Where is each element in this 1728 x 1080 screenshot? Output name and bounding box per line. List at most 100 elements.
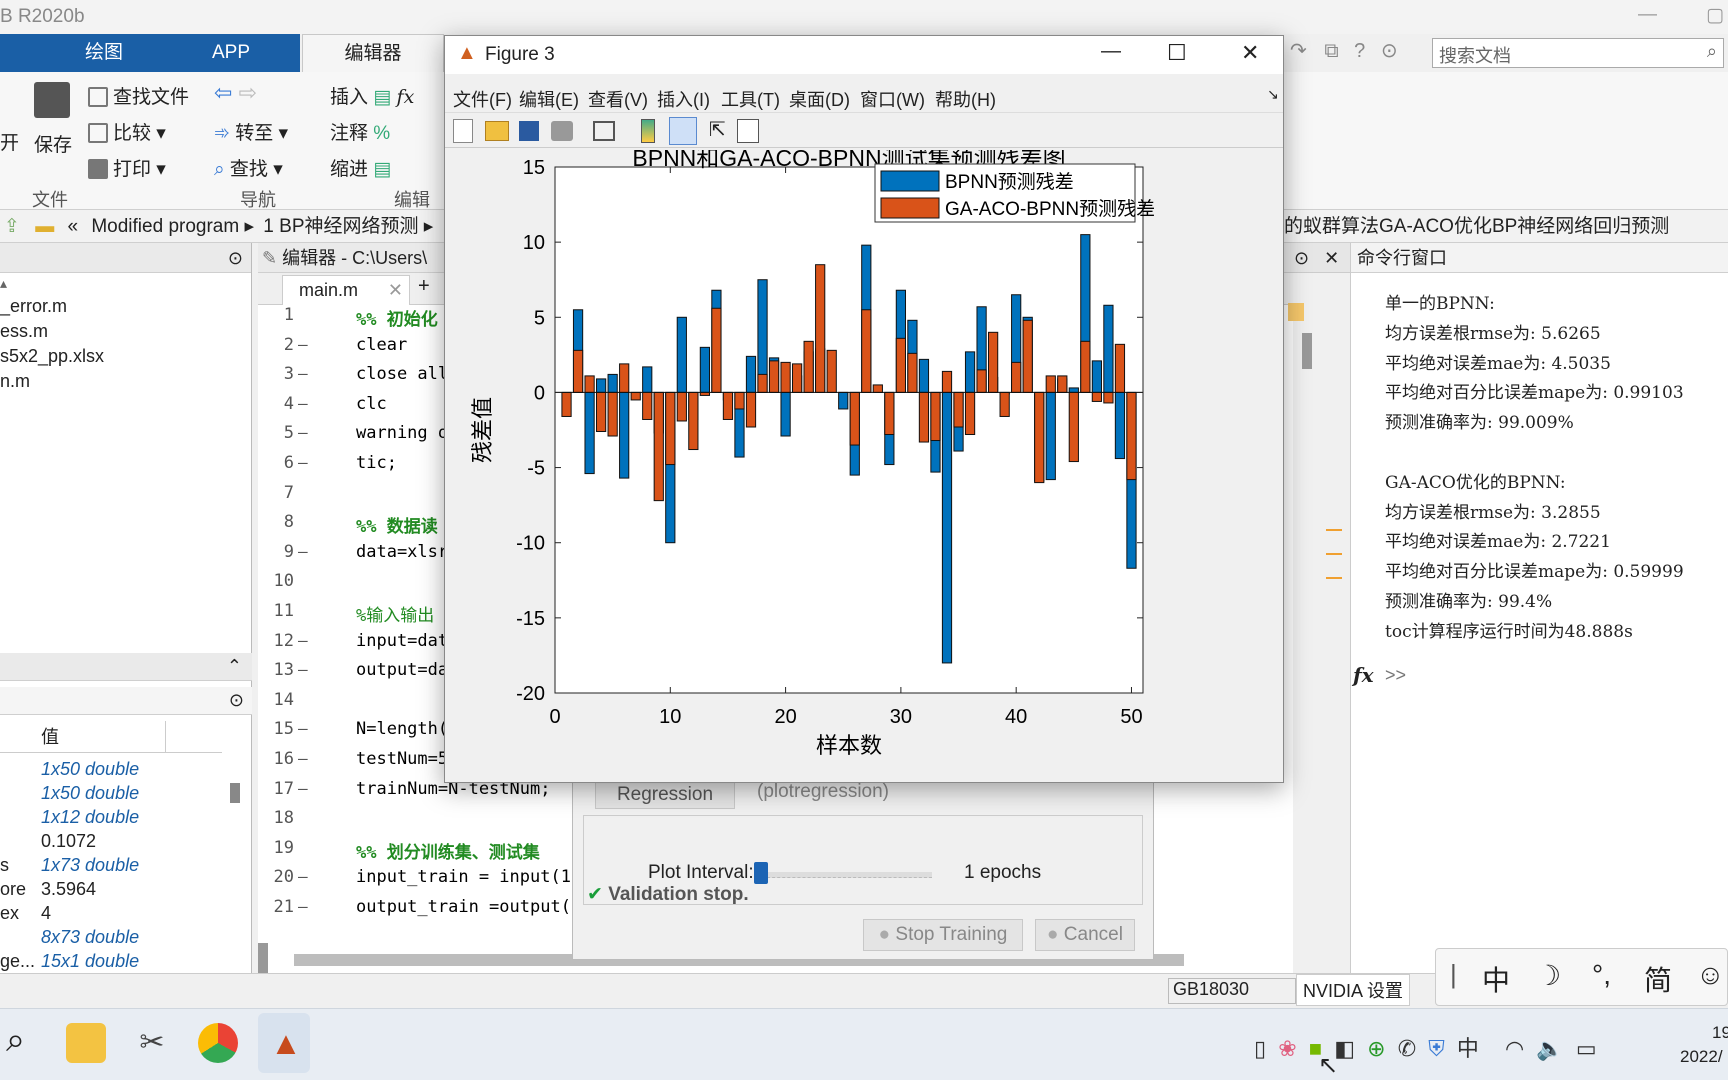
breakpoint-marker[interactable]: — xyxy=(298,364,308,383)
search-icon[interactable]: ⌕ xyxy=(1707,41,1717,62)
maximize-icon[interactable]: ☐ xyxy=(1167,40,1187,66)
print-figure-icon[interactable] xyxy=(551,121,573,141)
shield-icon[interactable]: ⛨ xyxy=(1428,1036,1445,1061)
code-line[interactable]: %% 数据读 xyxy=(356,512,438,537)
help-icon[interactable]: ? xyxy=(1354,40,1365,62)
close-panel-icon[interactable]: ✕ xyxy=(1324,248,1339,268)
compare-button[interactable]: 比较 ▾ xyxy=(88,118,166,145)
code-line[interactable]: tic; xyxy=(356,453,397,473)
window-icon[interactable]: ⧉ xyxy=(1324,40,1338,62)
breakpoint-marker[interactable]: — xyxy=(298,423,308,442)
code-line[interactable]: warning o xyxy=(356,423,448,443)
code-line[interactable]: close all xyxy=(356,364,448,384)
plus-icon[interactable]: ⊕ xyxy=(1367,1036,1385,1061)
slider-handle[interactable] xyxy=(754,862,768,884)
moon-icon[interactable]: ☽ xyxy=(1536,959,1561,992)
stop-training-button[interactable]: ● Stop Training xyxy=(863,919,1023,951)
breakpoint-marker[interactable]: — xyxy=(298,453,308,472)
code-line[interactable]: clear xyxy=(356,335,407,355)
comment-button[interactable]: 注释 % xyxy=(330,118,390,145)
figure-menu-item[interactable]: 文件(F) xyxy=(453,86,512,112)
warning-marker[interactable] xyxy=(1326,529,1342,531)
tab-main-m[interactable]: main.m ✕ xyxy=(282,275,410,305)
tab-editor[interactable]: 编辑器 xyxy=(302,34,444,72)
usb-icon[interactable]: ▯ xyxy=(1254,1036,1266,1061)
file-item[interactable]: _error.m xyxy=(0,294,251,319)
breadcrumb-item-bp[interactable]: 1 BP神经网络预测 xyxy=(263,216,418,237)
code-line[interactable]: output=da xyxy=(356,660,448,680)
file-item[interactable]: n.m xyxy=(0,369,251,394)
breakpoint-marker[interactable]: — xyxy=(298,779,308,798)
goto-button[interactable]: ➾ 转至 ▾ xyxy=(214,118,288,145)
folder-up-icon[interactable]: ⇪ xyxy=(4,216,20,237)
workspace-row[interactable]: ex 4 xyxy=(0,901,222,925)
breakpoint-marker[interactable]: — xyxy=(298,631,308,650)
fx-icon[interactable]: fx xyxy=(397,86,415,108)
workspace-menu-icon[interactable]: ⊙ xyxy=(229,685,244,715)
workspace-col-value[interactable]: 值 xyxy=(41,721,59,753)
link-plot-icon[interactable] xyxy=(593,121,615,141)
workspace-row[interactable]: 1x12 double xyxy=(0,805,222,829)
save-icon[interactable] xyxy=(34,82,70,118)
workspace-row[interactable]: ge... 15x1 double xyxy=(0,949,222,973)
options-icon[interactable]: ⊙ xyxy=(1381,40,1398,62)
workspace-row[interactable]: s 1x73 double xyxy=(0,853,222,877)
figure-menu-item[interactable]: 查看(V) xyxy=(588,86,648,112)
add-tab-icon[interactable]: + xyxy=(418,275,430,298)
code-line[interactable]: input_train = input(1: xyxy=(356,867,581,887)
figure-menu-item[interactable]: 插入(I) xyxy=(657,86,710,112)
pointer-icon[interactable]: ⇱ xyxy=(709,117,726,142)
bluetooth-icon[interactable]: ✆ xyxy=(1398,1036,1416,1061)
editor-scroll-thumb[interactable] xyxy=(1302,333,1312,369)
residual-chart[interactable]: 0 10 20 30 40 50-20-15-10-5051015 BPNN和GA-ACO-… xyxy=(445,150,1283,782)
speaker-icon[interactable]: 🔈 xyxy=(1536,1036,1563,1061)
panel-menu-icon[interactable]: ⊙ xyxy=(228,243,243,273)
close-tab-icon[interactable]: ✕ xyxy=(388,276,403,304)
code-line[interactable]: input=dat xyxy=(356,631,448,651)
open-file-icon[interactable] xyxy=(485,121,509,141)
clock-date[interactable]: 2022/ xyxy=(1680,1047,1723,1067)
file-item[interactable]: s5x2_pp.xlsx xyxy=(0,344,251,369)
back-arrow-icon[interactable]: ⇦ ⇨ xyxy=(214,80,257,106)
code-line[interactable]: data=xlsr xyxy=(356,542,448,562)
workspace-row[interactable]: 8x73 double xyxy=(0,925,222,949)
ime-tray-label[interactable]: 中 xyxy=(1457,1036,1479,1061)
find-files-button[interactable]: 查找文件 xyxy=(88,82,189,109)
insert-button[interactable]: 插入 ▤ fx xyxy=(330,82,414,109)
wifi-icon[interactable]: ◠ xyxy=(1505,1036,1524,1061)
code-line[interactable]: %% 划分训练集、测试集 xyxy=(356,838,540,863)
workspace-row[interactable]: 1x50 double xyxy=(0,781,222,805)
code-line[interactable]: testNum=5 xyxy=(356,749,448,769)
app-tray-icon[interactable]: ❀ xyxy=(1278,1036,1296,1061)
command-prompt[interactable]: >> xyxy=(1385,665,1406,686)
breakpoint-marker[interactable]: — xyxy=(298,335,308,354)
ime-chinese-toggle[interactable]: 中 xyxy=(1482,959,1510,999)
print-button[interactable]: 打印 ▾ xyxy=(88,154,166,181)
minimize-icon[interactable]: — xyxy=(1101,40,1121,63)
clock-time[interactable]: 19 xyxy=(1712,1023,1728,1043)
panel-menu-icon[interactable]: ⊙ xyxy=(1294,248,1309,268)
figure-menu-item[interactable]: 窗口(W) xyxy=(860,86,925,112)
ime-handle[interactable]: | xyxy=(1450,959,1457,990)
minimize-icon[interactable]: — xyxy=(1638,4,1657,26)
property-editor-icon[interactable] xyxy=(737,119,759,143)
breakpoint-marker[interactable]: — xyxy=(298,394,308,413)
search-icon[interactable]: ⌕ xyxy=(6,1021,25,1060)
dock-icon[interactable]: ↘ xyxy=(1267,86,1279,103)
chevron-up-icon[interactable]: ⌃ xyxy=(227,651,242,681)
cancel-button[interactable]: ● Cancel xyxy=(1035,919,1135,951)
plot-interval-slider[interactable] xyxy=(762,872,932,878)
legend-icon[interactable] xyxy=(669,117,697,145)
tab-apps[interactable]: APP xyxy=(176,34,286,72)
new-figure-icon[interactable] xyxy=(453,119,473,143)
figure-menu-item[interactable]: 桌面(D) xyxy=(789,86,850,112)
figure-menu-item[interactable]: 帮助(H) xyxy=(935,86,996,112)
workspace-row[interactable]: 0.1072 xyxy=(0,829,222,853)
restore-icon[interactable]: ▢ xyxy=(1706,4,1724,27)
code-line[interactable]: %% 初始化 xyxy=(356,305,438,330)
warning-marker[interactable] xyxy=(1326,577,1342,579)
workspace-row[interactable]: 1x50 double xyxy=(0,757,222,781)
warning-marker[interactable] xyxy=(1326,553,1342,555)
figure-menu-item[interactable]: 工具(T) xyxy=(721,86,780,112)
file-item[interactable]: ess.m xyxy=(0,319,251,344)
